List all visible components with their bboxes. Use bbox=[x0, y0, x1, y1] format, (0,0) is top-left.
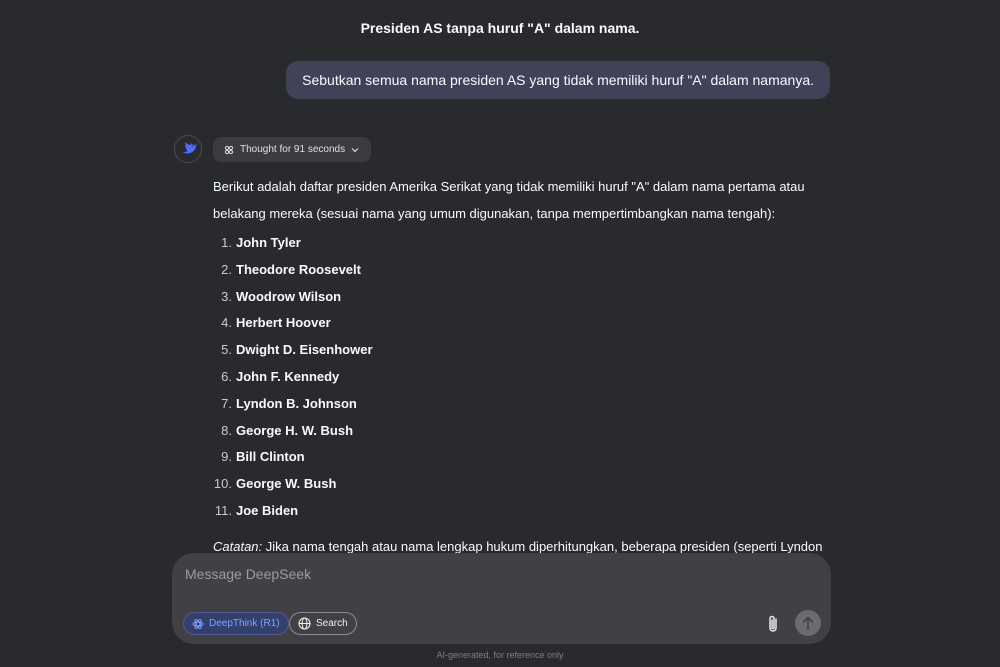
attach-button[interactable] bbox=[762, 612, 784, 636]
deepseek-avatar bbox=[174, 135, 202, 163]
assistant-answer: Berikut adalah daftar presiden Amerika S… bbox=[213, 173, 833, 560]
paperclip-icon bbox=[769, 615, 777, 632]
send-button[interactable] bbox=[795, 610, 821, 636]
note-label: Catatan: bbox=[213, 538, 263, 554]
list-item: 1. John Tyler bbox=[221, 235, 301, 250]
list-item: 5. Dwight D. Eisenhower bbox=[221, 342, 373, 358]
deepthink-toggle[interactable]: DeepThink (R1) bbox=[183, 612, 289, 635]
list-item: 9. Bill Clinton bbox=[221, 449, 305, 465]
list-item: 6. John F. Kennedy bbox=[221, 368, 340, 384]
globe-icon bbox=[298, 617, 311, 630]
list-item: 4. Herbert Hoover bbox=[221, 315, 331, 331]
president-list: 1. John Tyler 2. Theodore Roosevelt 3. Wood… bbox=[213, 230, 833, 525]
atom-icon bbox=[192, 618, 204, 629]
list-item: 2. Theodore Roosevelt bbox=[221, 261, 361, 277]
deepthink-label: DeepThink (R1) bbox=[209, 618, 280, 629]
chevron-down-icon bbox=[351, 147, 359, 152]
message-composer: Message DeepSeek DeepThink (R1) Search bbox=[172, 553, 831, 644]
reasoning-icon bbox=[224, 145, 234, 154]
list-item: 3. Woodrow Wilson bbox=[221, 288, 342, 304]
arrow-up-icon bbox=[802, 616, 814, 630]
thought-label: Thought for 91 seconds bbox=[240, 144, 346, 155]
answer-intro: Berikut adalah daftar presiden Amerika S… bbox=[213, 179, 805, 221]
footer-disclaimer: AI-generated, for reference only bbox=[436, 650, 564, 660]
deepseek-whale-icon bbox=[182, 142, 198, 154]
message-input[interactable]: Message DeepSeek bbox=[185, 566, 311, 582]
note-text: Jika nama tengah atau nama lengkap hukum… bbox=[262, 538, 823, 554]
list-item: 8. George H. W. Bush bbox=[221, 422, 354, 438]
search-label: Search bbox=[316, 618, 348, 629]
search-toggle[interactable]: Search bbox=[289, 612, 357, 635]
list-item: 7. Lyndon B. Johnson bbox=[221, 395, 357, 411]
conversation-title: Presiden AS tanpa huruf "A" dalam nama. bbox=[360, 20, 640, 36]
thought-toggle-button[interactable]: Thought for 91 seconds bbox=[213, 137, 372, 162]
user-message: Sebutkan semua nama presiden AS yang tid… bbox=[286, 61, 830, 99]
list-item: 11. Joe Biden bbox=[214, 502, 299, 518]
list-item: 10. George W. Bush bbox=[213, 476, 337, 492]
